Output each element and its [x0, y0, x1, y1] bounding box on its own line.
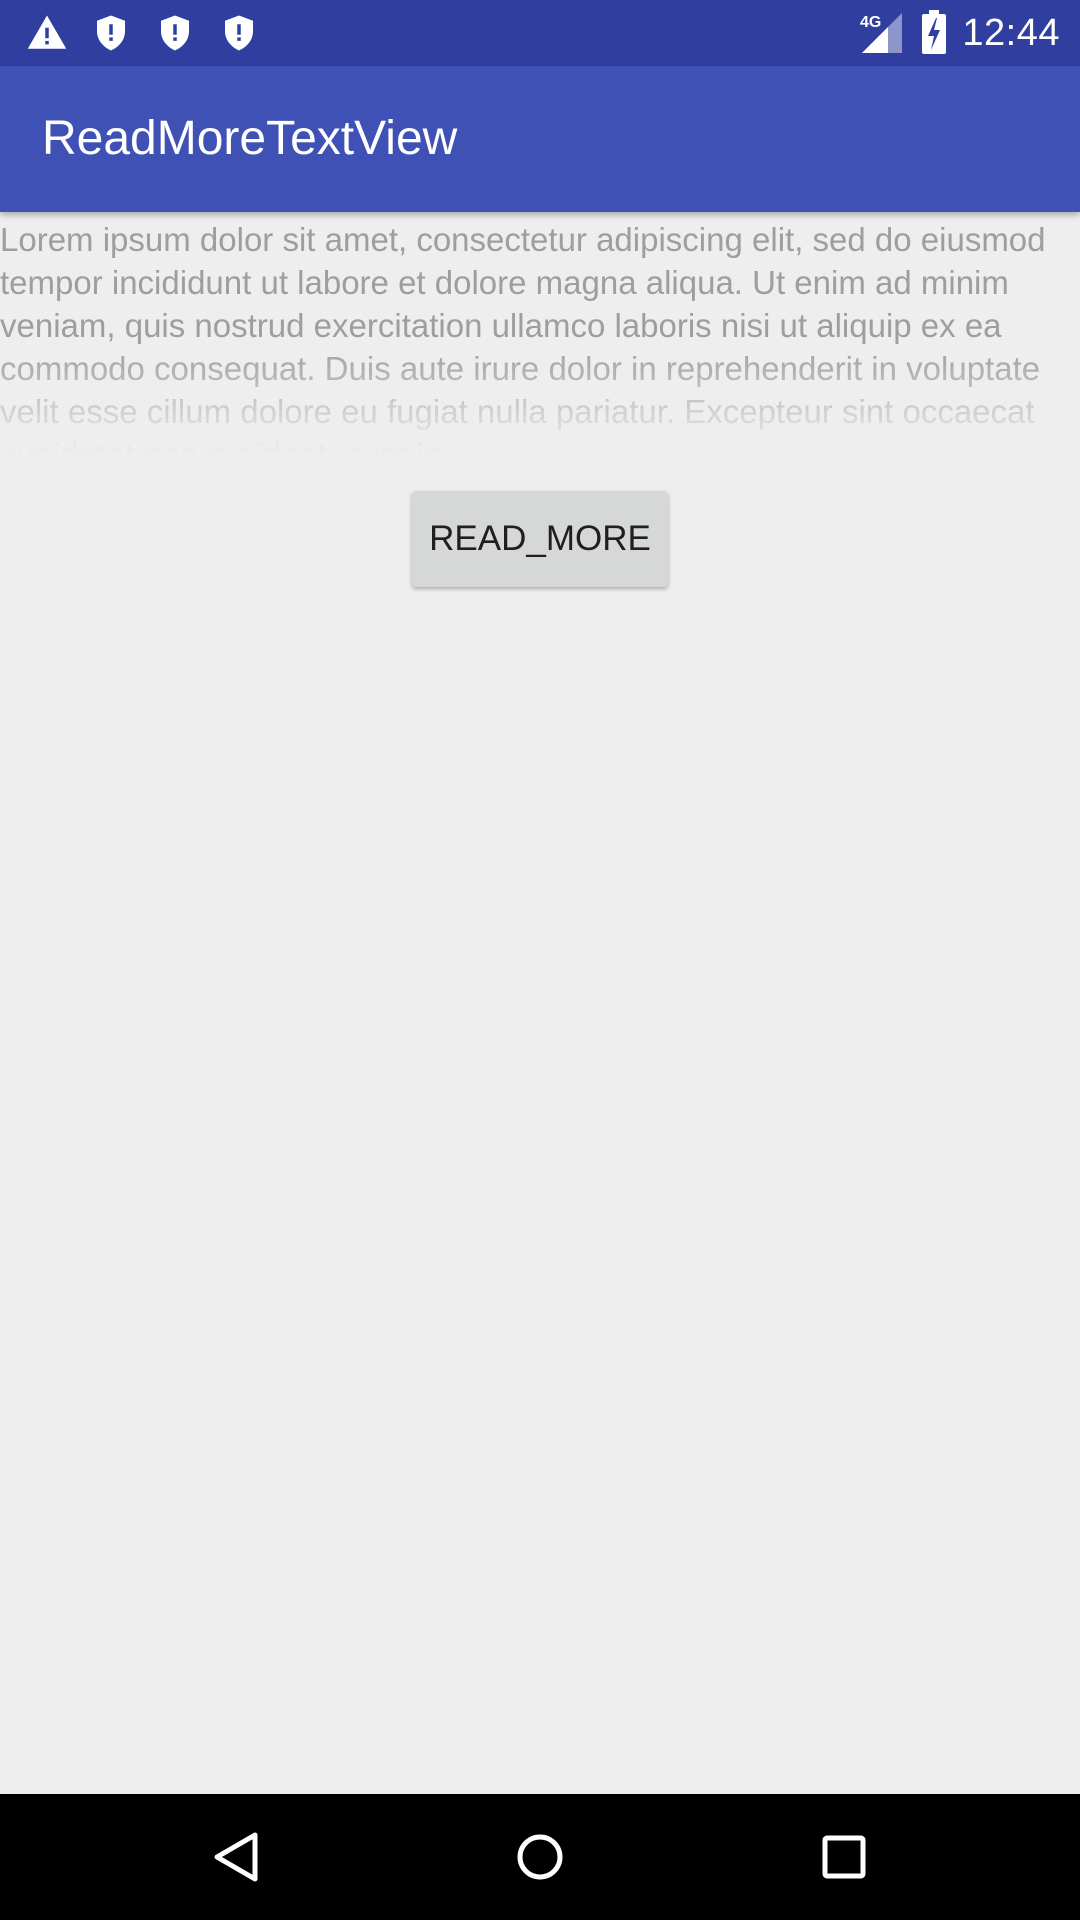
back-icon[interactable] — [207, 1827, 267, 1887]
read-more-button[interactable]: READ_MORE — [412, 491, 668, 587]
main-content: Lorem ipsum dolor sit amet, consectetur … — [0, 212, 1080, 456]
notification-icons — [26, 12, 260, 54]
shield-icon — [97, 15, 125, 51]
navigation-bar — [0, 1794, 1080, 1920]
status-bar: 4G 12:44 — [0, 0, 1080, 66]
shield-icon — [161, 15, 189, 51]
network-type-label: 4G — [860, 14, 881, 31]
body-text: Lorem ipsum dolor sit amet, consectetur … — [0, 221, 1046, 456]
system-status: 4G 12:44 — [858, 0, 1060, 66]
shield-icon — [225, 15, 253, 51]
signal-icon: 4G — [860, 13, 903, 53]
app-bar: ReadMoreTextView — [0, 66, 1080, 212]
warning-icon — [27, 15, 67, 49]
read-more-text-view: Lorem ipsum dolor sit amet, consectetur … — [0, 212, 1080, 456]
home-icon[interactable] — [510, 1827, 570, 1887]
recents-icon[interactable] — [814, 1827, 874, 1887]
battery-charging-icon — [922, 10, 947, 54]
clock: 12:44 — [962, 11, 1060, 54]
app-title: ReadMoreTextView — [42, 112, 458, 165]
